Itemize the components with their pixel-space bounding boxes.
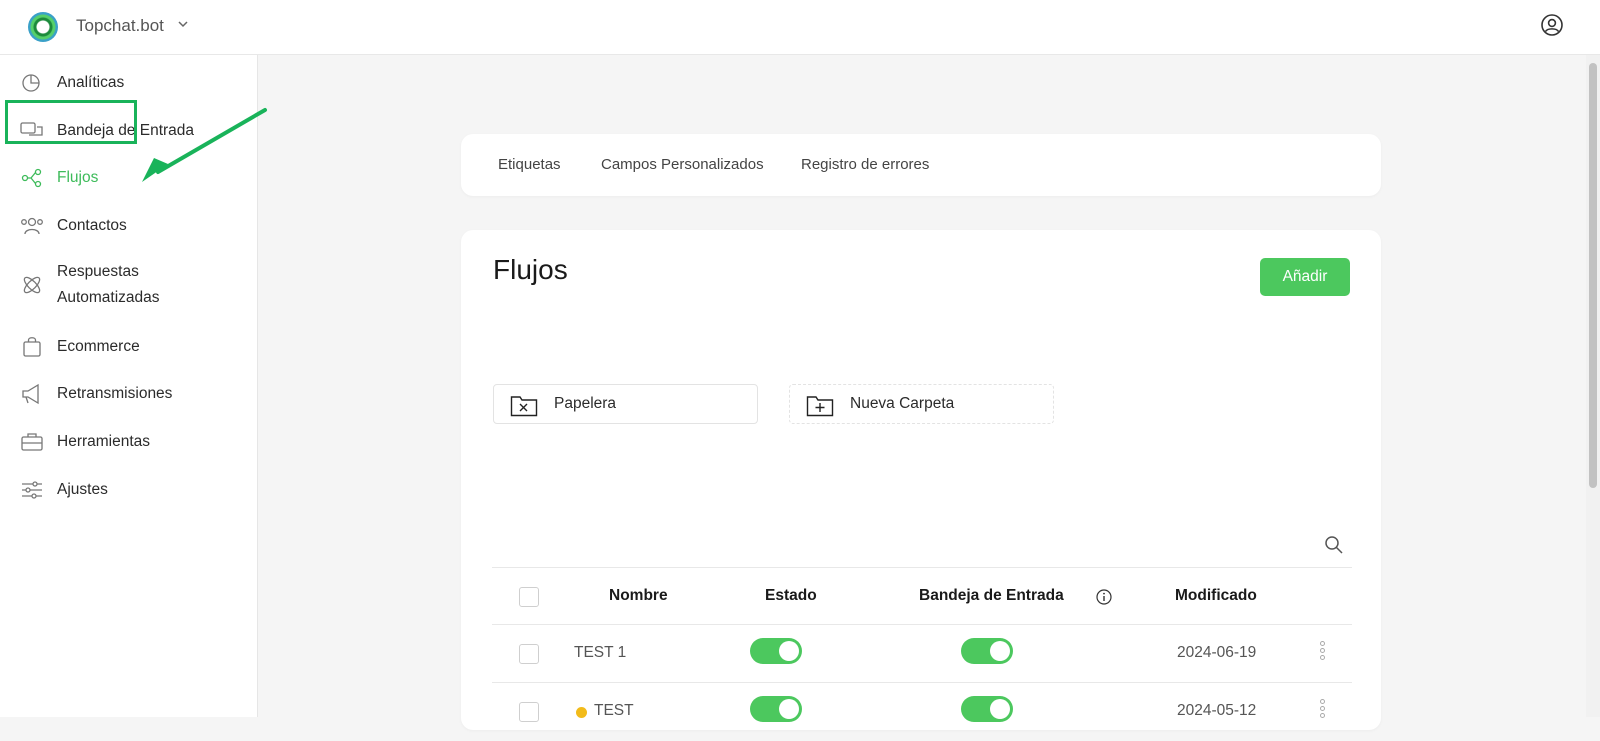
megaphone-icon — [22, 383, 39, 405]
sidebar-item-retransmisiones[interactable]: Retransmisiones — [0, 382, 258, 406]
folder-nueva-carpeta[interactable]: Nueva Carpeta — [789, 384, 1054, 424]
folder-x-icon — [510, 396, 538, 417]
inbox-toggle[interactable] — [961, 638, 1013, 664]
sidebar-item-label: Respuestas — [57, 263, 139, 280]
sidebar-item-label: Herramientas — [57, 433, 151, 450]
sidebar-item-analiticas[interactable]: Analíticas — [0, 71, 258, 95]
flows-card: Flujos Añadir Papelera Nueva Carpeta Nom… — [461, 230, 1381, 730]
share-nodes-icon — [21, 168, 42, 188]
row-checkbox[interactable] — [519, 702, 539, 722]
highlight-box — [5, 100, 137, 144]
sidebar-item-ajustes[interactable]: Ajustes — [0, 478, 258, 502]
sidebar-item-respuestas[interactable]: Respuestas Automatizadas — [0, 263, 258, 306]
table-row[interactable]: TEST 1 2024-06-19 — [492, 624, 1352, 683]
folder-label: Nueva Carpeta — [850, 395, 955, 412]
sidebar-item-label: Flujos — [57, 169, 99, 186]
add-button[interactable]: Añadir — [1260, 258, 1350, 296]
page-title: Flujos — [493, 254, 568, 285]
flow-name[interactable]: TEST 1 — [574, 644, 626, 662]
tabs-card: Etiquetas Campos Personalizados Registro… — [461, 134, 1381, 196]
chevron-down-icon[interactable] — [177, 18, 189, 30]
column-header-nombre[interactable]: Nombre — [609, 587, 668, 605]
tab-campos-personalizados[interactable]: Campos Personalizados — [601, 156, 764, 173]
user-account-icon[interactable] — [1540, 13, 1564, 37]
sidebar-item-contactos[interactable]: Contactos — [0, 214, 258, 238]
scrollbar-thumb[interactable] — [1589, 63, 1597, 488]
status-dot — [576, 707, 587, 718]
modified-date: 2024-05-12 — [1177, 702, 1257, 719]
page-scrollbar[interactable] — [1586, 55, 1600, 717]
more-options-icon[interactable] — [1320, 641, 1326, 662]
brand-logo[interactable] — [28, 12, 58, 42]
select-all-checkbox[interactable] — [519, 587, 539, 607]
sliders-icon — [22, 481, 42, 499]
flow-name[interactable]: TEST — [594, 702, 634, 720]
search-icon[interactable] — [1324, 535, 1344, 555]
sidebar-item-label: Contactos — [57, 217, 127, 234]
toolbox-icon — [21, 433, 43, 451]
column-header-bandeja[interactable]: Bandeja de Entrada — [919, 587, 1064, 605]
workspace-name[interactable]: Topchat.bot — [76, 16, 164, 36]
sidebar-item-label: Ecommerce — [57, 338, 140, 355]
status-toggle[interactable] — [750, 638, 802, 664]
column-header-estado[interactable]: Estado — [765, 587, 817, 605]
sidebar-item-label-line2: Automatizadas — [57, 289, 160, 306]
shopping-bag-icon — [23, 337, 41, 357]
sidebar-item-label: Retransmisiones — [57, 385, 173, 402]
table-header: Nombre Estado Bandeja de Entrada Modific… — [492, 567, 1352, 625]
inbox-toggle[interactable] — [961, 696, 1013, 722]
folder-label: Papelera — [554, 395, 617, 412]
tab-registro-errores[interactable]: Registro de errores — [801, 156, 929, 173]
modified-date: 2024-06-19 — [1177, 644, 1257, 661]
annotation-arrow-icon — [142, 108, 267, 182]
atom-icon — [23, 276, 41, 294]
info-icon[interactable] — [1096, 589, 1112, 605]
folder-papelera[interactable]: Papelera — [493, 384, 758, 424]
sidebar-item-herramientas[interactable]: Herramientas — [0, 430, 258, 454]
pie-chart-icon — [22, 74, 40, 92]
sidebar-item-ecommerce[interactable]: Ecommerce — [0, 335, 258, 359]
top-bar: Topchat.bot — [0, 0, 1600, 55]
users-icon — [21, 217, 43, 235]
tab-etiquetas[interactable]: Etiquetas — [498, 156, 561, 173]
column-header-modificado[interactable]: Modificado — [1175, 587, 1257, 605]
folder-plus-icon — [806, 396, 834, 417]
sidebar-item-label: Analíticas — [57, 74, 125, 91]
table-row[interactable]: TEST 2024-05-12 — [492, 682, 1352, 741]
row-checkbox[interactable] — [519, 644, 539, 664]
status-toggle[interactable] — [750, 696, 802, 722]
sidebar-item-label: Ajustes — [57, 481, 108, 498]
